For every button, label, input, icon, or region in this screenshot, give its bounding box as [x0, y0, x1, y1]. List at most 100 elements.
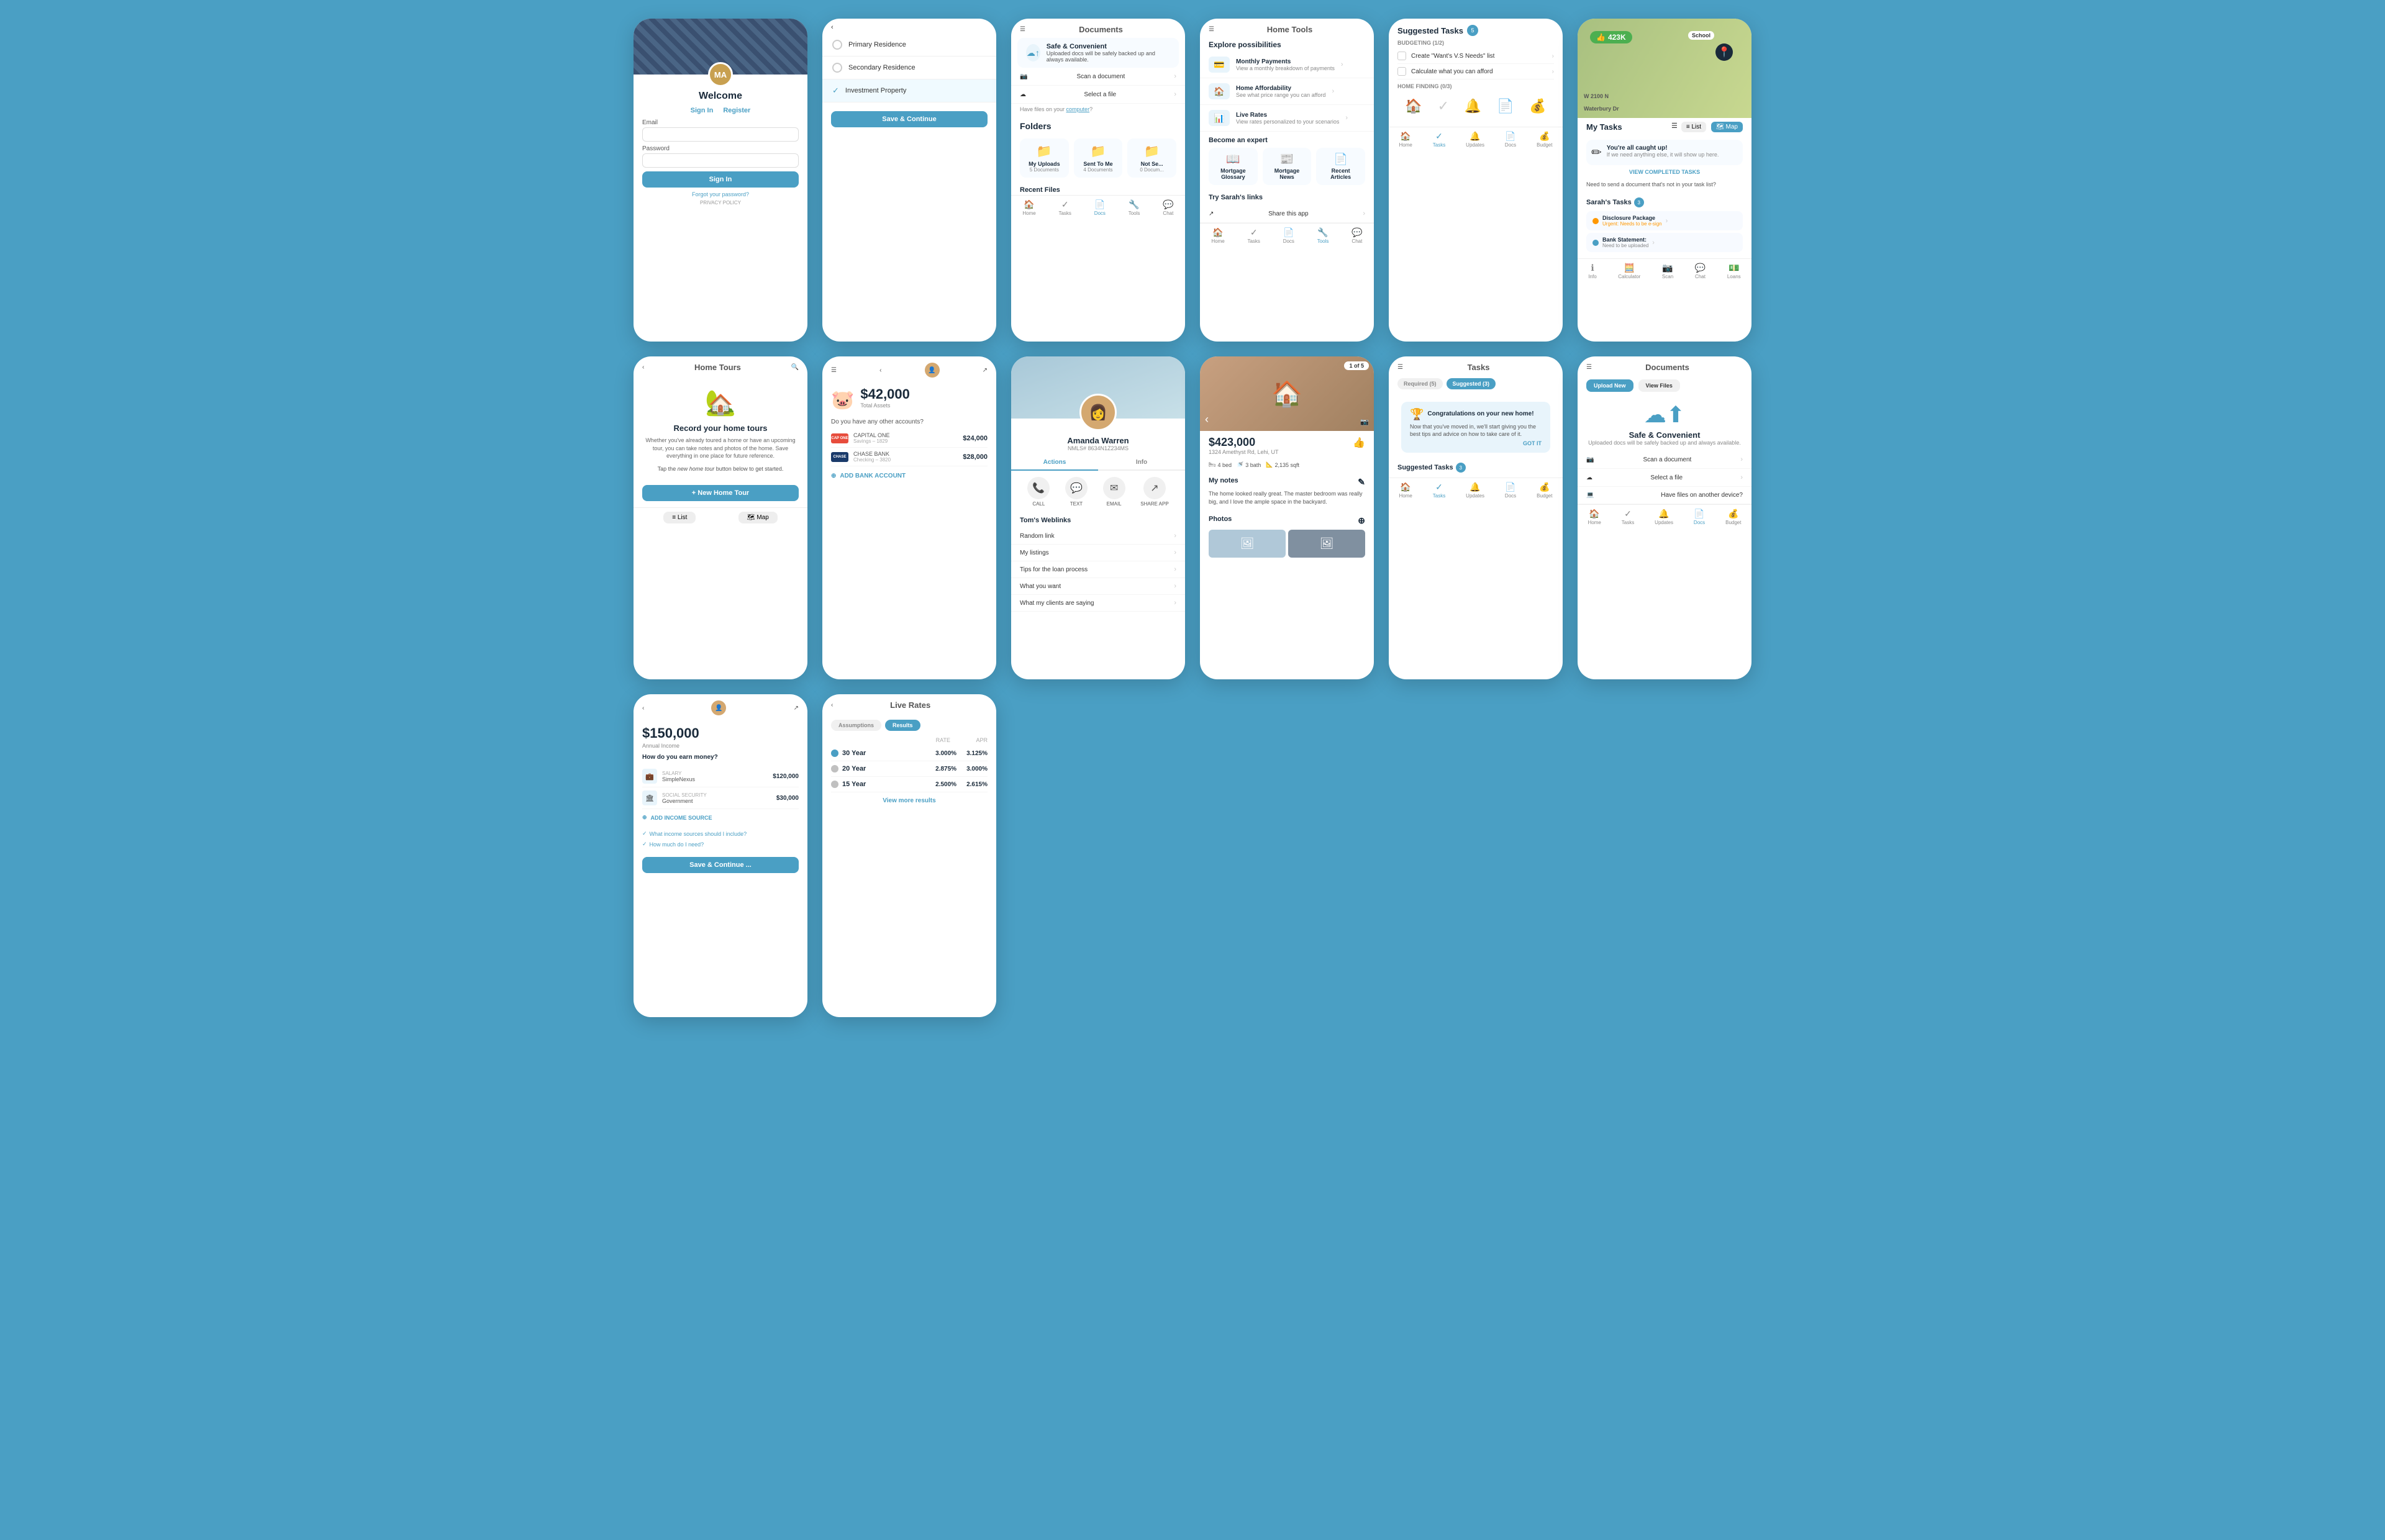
signin-button[interactable]: Sign In: [642, 171, 799, 188]
assumptions-tab[interactable]: Assumptions: [831, 720, 881, 731]
upload-new-button[interactable]: Upload New: [1586, 379, 1633, 392]
register-link[interactable]: Register: [723, 107, 750, 114]
nav-updates-d2[interactable]: 🔔Updates: [1655, 509, 1673, 525]
add-income-btn[interactable]: ⊕ ADD INCOME SOURCE: [642, 809, 799, 826]
live-rates-item[interactable]: 📊 Live Rates View rates personalized to …: [1200, 105, 1374, 132]
nav-docs-tb[interactable]: 📄Docs: [1505, 482, 1516, 499]
weblink-tips[interactable]: Tips for the loan process ›: [1011, 561, 1185, 578]
residence-item-investment[interactable]: ✓ Investment Property: [822, 79, 996, 102]
select-file-action[interactable]: ☁ Select a file ›: [1011, 86, 1185, 104]
camera-btn[interactable]: 📷: [1360, 418, 1369, 426]
nav-chat-tasks[interactable]: 💬Chat: [1695, 263, 1706, 279]
task-checkbox-2[interactable]: [1397, 67, 1406, 76]
rate-20year[interactable]: 20 Year 2.875% 3.000%: [831, 761, 988, 777]
faq2-item[interactable]: ✓ How much do I need?: [642, 839, 799, 849]
back-icon-income[interactable]: ‹: [642, 705, 644, 712]
map-button-tours[interactable]: 🗺 Map: [738, 512, 778, 523]
share-icon-assets[interactable]: ↗: [983, 367, 988, 374]
thumbs-up-home[interactable]: 👍: [1353, 437, 1365, 449]
nav-chat-docs1[interactable]: 💬Chat: [1163, 199, 1173, 216]
call-action[interactable]: 📞 CALL: [1027, 477, 1050, 507]
residence-item-secondary[interactable]: Secondary Residence: [822, 57, 996, 79]
folder-sent-to-me[interactable]: 📁 Sent To Me 4 Documents: [1074, 138, 1123, 178]
menu-icon-tools[interactable]: ☰: [1209, 26, 1214, 33]
text-action[interactable]: 💬 TEXT: [1065, 477, 1088, 507]
map-tab[interactable]: 🗺 Map: [1711, 122, 1743, 132]
menu-icon-tasks-b[interactable]: ☰: [1397, 364, 1403, 371]
nav-tasks-tb[interactable]: ✓Tasks: [1433, 482, 1445, 499]
docs2-device-action[interactable]: 💻 Have files on another device?: [1578, 487, 1751, 504]
nav-home-tb[interactable]: 🏠Home: [1399, 482, 1412, 499]
nav-tasks-d2[interactable]: ✓Tasks: [1622, 509, 1634, 525]
nav-tools-active[interactable]: 🔧Tools: [1317, 227, 1329, 244]
nav-calc-tasks[interactable]: 🧮Calculator: [1618, 263, 1640, 279]
nav-home-st[interactable]: 🏠Home: [1399, 131, 1412, 148]
view-completed-tasks[interactable]: VIEW COMPLETED TASKS: [1586, 169, 1743, 175]
photo-2[interactable]: 🖼: [1288, 530, 1365, 558]
disclosure-package-item[interactable]: Disclosure Package Urgent: Needs to be e…: [1586, 211, 1743, 230]
new-home-tour-button[interactable]: + New Home Tour: [642, 485, 799, 501]
weblink-clients[interactable]: What my clients are saying ›: [1011, 595, 1185, 612]
nav-docs-st[interactable]: 📄Docs: [1505, 131, 1516, 148]
affordability-item[interactable]: 🏠 Home Affordability See what price rang…: [1200, 78, 1374, 105]
weblink-want[interactable]: What you want ›: [1011, 578, 1185, 595]
weblink-listings[interactable]: My listings ›: [1011, 545, 1185, 561]
view-more-results[interactable]: View more results: [831, 792, 988, 809]
share-app-action-profile[interactable]: ↗ SHARE APP: [1140, 477, 1168, 507]
nav-home-d2[interactable]: 🏠Home: [1588, 509, 1601, 525]
nav-tools-docs1[interactable]: 🔧Tools: [1129, 199, 1140, 216]
forgot-password-link[interactable]: Forgot your password?: [636, 191, 805, 197]
photo-1[interactable]: 🖼: [1209, 530, 1286, 558]
nav-budget-st[interactable]: 💰Budget: [1537, 131, 1552, 148]
back-icon[interactable]: ‹: [831, 24, 834, 31]
tab-info[interactable]: Info: [1098, 455, 1185, 469]
required-tab[interactable]: Required (5): [1397, 378, 1443, 389]
share-icon-income[interactable]: ↗: [794, 705, 799, 712]
monthly-payments-item[interactable]: 💳 Monthly Payments View a monthly breakd…: [1200, 52, 1374, 78]
nav-home-docs1[interactable]: 🏠Home: [1022, 199, 1035, 216]
news-item[interactable]: 📰 Mortgage News: [1263, 148, 1312, 185]
email-action[interactable]: ✉ EMAIL: [1103, 477, 1125, 507]
docs2-scan-action[interactable]: 📷 Scan a document ›: [1578, 451, 1751, 469]
glossary-item[interactable]: 📖 Mortgage Glossary: [1209, 148, 1258, 185]
save-continue-button[interactable]: Save & Continue: [831, 111, 988, 127]
list-button-tours[interactable]: ≡ List: [663, 512, 696, 523]
results-tab[interactable]: Results: [885, 720, 920, 731]
list-tab[interactable]: ≡ List: [1681, 122, 1706, 132]
email-input[interactable]: [642, 127, 799, 142]
task-checkbox-1[interactable]: [1397, 52, 1406, 60]
nav-tasks-st[interactable]: ✓Tasks: [1433, 131, 1445, 148]
edit-notes-icon[interactable]: ✎: [1358, 477, 1365, 487]
folder-my-uploads[interactable]: 📁 My Uploads 5 Documents: [1020, 138, 1069, 178]
nav-budget-d2[interactable]: 💰Budget: [1725, 509, 1741, 525]
privacy-policy-link[interactable]: PRIVACY POLICY: [636, 200, 805, 206]
menu-icon-map[interactable]: ☰: [1671, 122, 1678, 132]
menu-icon-assets[interactable]: ☰: [831, 367, 837, 374]
nav-info-tasks[interactable]: ℹInfo: [1588, 263, 1596, 279]
nav-chat-tools[interactable]: 💬Chat: [1352, 227, 1362, 244]
share-app-action[interactable]: ↗ Share this app ›: [1200, 205, 1374, 223]
suggested-tab[interactable]: Suggested (3): [1447, 378, 1496, 389]
rate-15year[interactable]: 15 Year 2.500% 2.615%: [831, 777, 988, 792]
folder-not-seen[interactable]: 📁 Not Se... 0 Docum...: [1127, 138, 1176, 178]
nav-budget-tb[interactable]: 💰Budget: [1537, 482, 1552, 499]
rate-30year[interactable]: 30 Year 3.000% 3.125%: [831, 746, 988, 761]
computer-link[interactable]: computer: [1066, 106, 1090, 112]
add-photo-icon[interactable]: ⊕: [1358, 515, 1365, 526]
nav-docs-tools[interactable]: 📄Docs: [1283, 227, 1294, 244]
nav-docs-d2[interactable]: 📄Docs: [1694, 509, 1705, 525]
menu-icon-docs[interactable]: ☰: [1020, 26, 1025, 33]
articles-item[interactable]: 📄 Recent Articles: [1316, 148, 1365, 185]
task-wants-needs[interactable]: Create "Want's V.S Needs" list ›: [1397, 48, 1554, 64]
residence-item-primary[interactable]: Primary Residence: [822, 34, 996, 57]
prev-arrow[interactable]: ‹: [1205, 413, 1209, 426]
nav-docs-docs1[interactable]: 📄Docs: [1094, 199, 1106, 216]
bank-statement-item[interactable]: Bank Statement: Need to be uploaded ›: [1586, 233, 1743, 252]
nav-home-tools[interactable]: 🏠Home: [1211, 227, 1224, 244]
view-files-button[interactable]: View Files: [1638, 379, 1680, 392]
tab-actions[interactable]: Actions: [1011, 455, 1098, 471]
weblink-random[interactable]: Random link ›: [1011, 528, 1185, 545]
save-continue-income[interactable]: Save & Continue ...: [642, 857, 799, 873]
nav-tasks-docs1[interactable]: ✓Tasks: [1058, 199, 1071, 216]
password-input[interactable]: [642, 153, 799, 168]
